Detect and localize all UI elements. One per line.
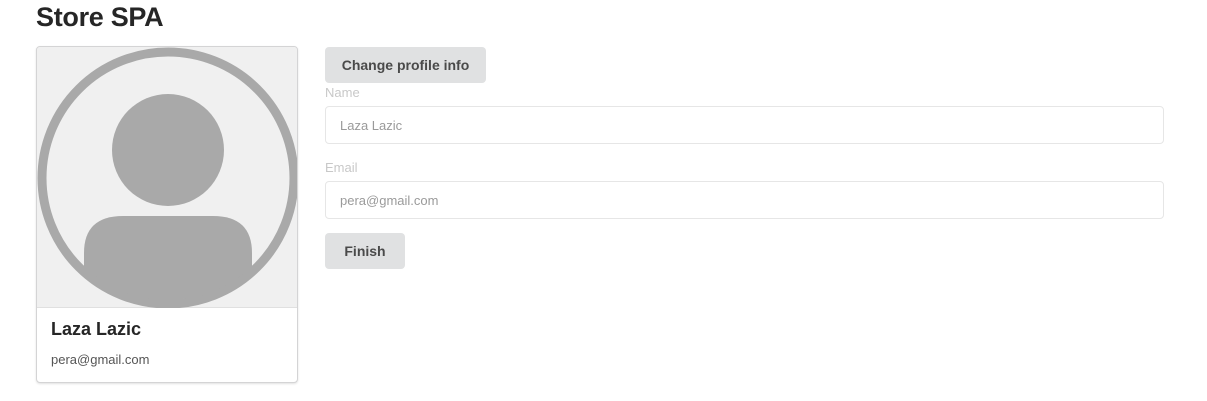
page-title: Store SPA (36, 2, 164, 32)
profile-card: Laza Lazic pera@gmail.com (36, 46, 298, 383)
avatar (37, 47, 297, 308)
user-avatar-icon (37, 47, 297, 308)
card-user-name: Laza Lazic (51, 319, 142, 339)
email-field-label: Email (325, 160, 358, 175)
change-profile-info-button[interactable]: Change profile info (325, 47, 486, 83)
name-field-label: Name (325, 85, 360, 100)
email-field[interactable] (325, 181, 1164, 219)
name-field[interactable] (325, 106, 1164, 144)
finish-button[interactable]: Finish (325, 233, 405, 269)
card-user-email: pera@gmail.com (51, 352, 150, 367)
